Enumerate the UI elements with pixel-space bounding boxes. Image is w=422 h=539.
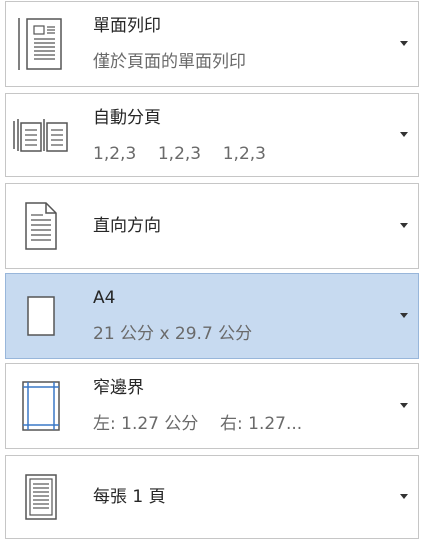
paper-size-title: A4 bbox=[93, 288, 116, 308]
margins-subtitle: 左: 1.27 公分 右: 1.27... bbox=[93, 414, 303, 434]
orientation-dropdown[interactable]: 直向方向 bbox=[5, 183, 419, 269]
print-settings-panel: 單面列印 僅於頁面的單面列印 自動分頁 1,2,3 1,2,3 1,2,3 直向… bbox=[0, 0, 422, 539]
collated-pages-icon bbox=[10, 104, 72, 166]
collation-text: 自動分頁 1,2,3 1,2,3 1,2,3 bbox=[93, 106, 378, 166]
pages-per-sheet-text: 每張 1 頁 bbox=[93, 485, 378, 509]
paper-size-dropdown[interactable]: A4 21 公分 x 29.7 公分 bbox=[5, 273, 419, 359]
pages-per-sheet-icon bbox=[10, 466, 72, 528]
print-sides-dropdown[interactable]: 單面列印 僅於頁面的單面列印 bbox=[5, 1, 419, 87]
dropdown-arrow-icon[interactable] bbox=[400, 313, 408, 318]
dropdown-arrow-icon[interactable] bbox=[400, 403, 408, 408]
dropdown-arrow-icon[interactable] bbox=[400, 494, 408, 499]
margins-title: 窄邊界 bbox=[93, 378, 144, 398]
dropdown-arrow-icon[interactable] bbox=[400, 41, 408, 46]
margins-icon bbox=[10, 375, 72, 437]
paper-size-subtitle: 21 公分 x 29.7 公分 bbox=[93, 324, 253, 344]
paper-size-text: A4 21 公分 x 29.7 公分 bbox=[93, 286, 378, 346]
margins-text: 窄邊界 左: 1.27 公分 右: 1.27... bbox=[93, 376, 378, 436]
print-sides-text: 單面列印 僅於頁面的單面列印 bbox=[93, 14, 378, 74]
dropdown-arrow-icon[interactable] bbox=[400, 132, 408, 137]
paper-size-icon bbox=[10, 285, 72, 347]
orientation-text: 直向方向 bbox=[93, 214, 378, 238]
pages-per-sheet-title: 每張 1 頁 bbox=[93, 487, 166, 507]
collation-dropdown[interactable]: 自動分頁 1,2,3 1,2,3 1,2,3 bbox=[5, 93, 419, 177]
single-sided-print-icon bbox=[10, 13, 72, 75]
orientation-title: 直向方向 bbox=[93, 216, 161, 236]
pages-per-sheet-dropdown[interactable]: 每張 1 頁 bbox=[5, 455, 419, 539]
collation-title: 自動分頁 bbox=[93, 108, 161, 128]
dropdown-arrow-icon[interactable] bbox=[400, 223, 408, 228]
print-sides-subtitle: 僅於頁面的單面列印 bbox=[93, 52, 246, 72]
portrait-orientation-icon bbox=[10, 195, 72, 257]
margins-dropdown[interactable]: 窄邊界 左: 1.27 公分 右: 1.27... bbox=[5, 363, 419, 449]
print-sides-title: 單面列印 bbox=[93, 16, 161, 36]
collation-subtitle: 1,2,3 1,2,3 1,2,3 bbox=[93, 144, 266, 164]
